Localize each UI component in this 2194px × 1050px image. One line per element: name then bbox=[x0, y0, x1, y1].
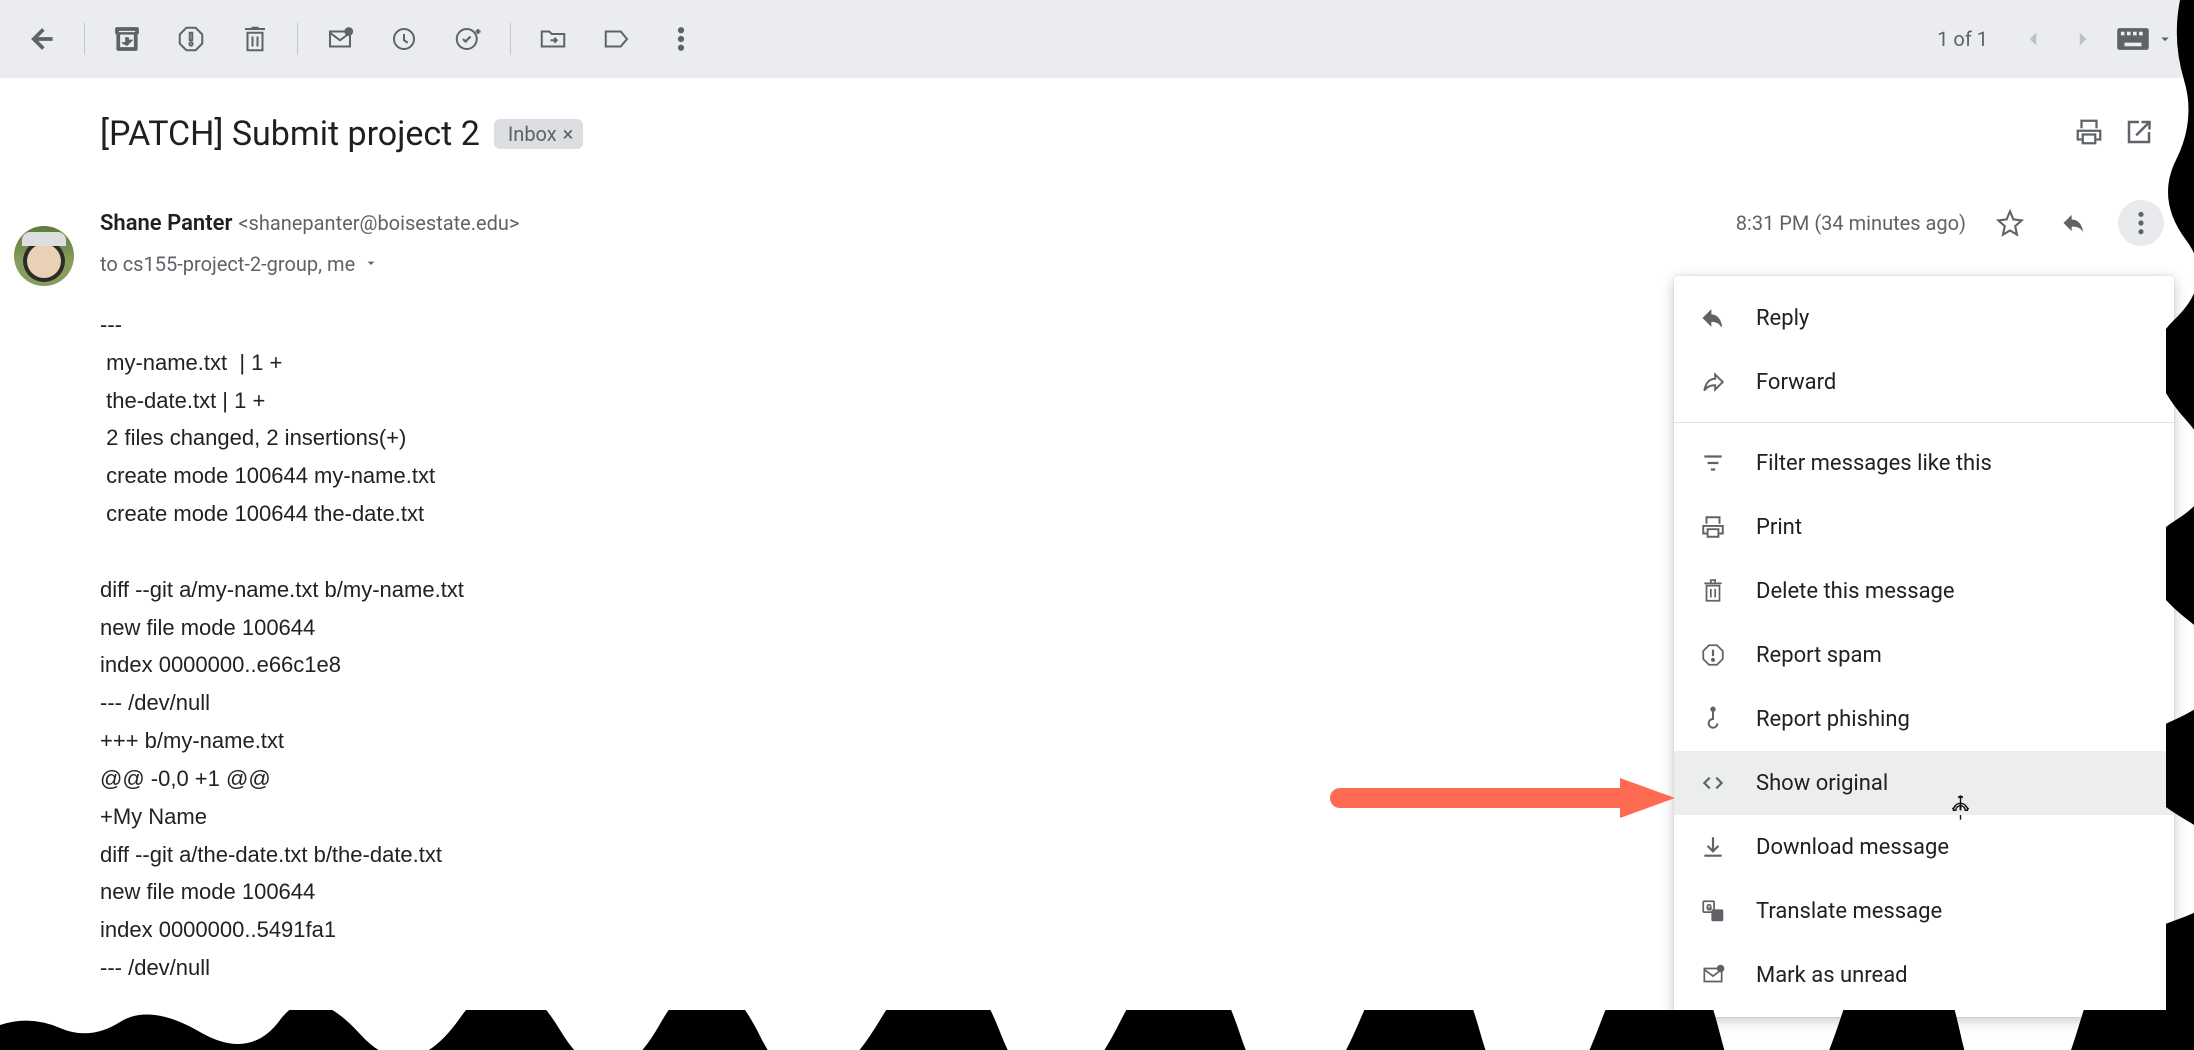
translate-icon: G文 bbox=[1698, 898, 1728, 924]
menu-print[interactable]: Print bbox=[1674, 495, 2174, 559]
menu-label: Print bbox=[1756, 515, 1802, 540]
torn-edge-bottom bbox=[0, 1010, 2194, 1050]
annotation-arrow bbox=[1330, 768, 1690, 828]
menu-label: Report spam bbox=[1756, 643, 1882, 668]
menu-report-phishing[interactable]: Report phishing bbox=[1674, 687, 2174, 751]
menu-label: Filter messages like this bbox=[1756, 451, 1992, 476]
menu-label: Delete this message bbox=[1756, 579, 1955, 604]
menu-mark-unread[interactable]: Mark as unread bbox=[1674, 943, 2174, 1007]
show-details-icon[interactable] bbox=[363, 252, 379, 276]
subject-row: [PATCH] Submit project 2 Inbox × bbox=[0, 78, 2194, 154]
mouse-cursor bbox=[1950, 794, 1978, 826]
report-spam-icon[interactable] bbox=[159, 7, 223, 71]
menu-label: Mark as unread bbox=[1756, 963, 1908, 988]
remove-label-icon[interactable]: × bbox=[563, 122, 574, 146]
sender-name: Shane Panter bbox=[100, 211, 232, 236]
menu-forward[interactable]: Forward bbox=[1674, 350, 2174, 414]
menu-separator bbox=[1674, 422, 2174, 423]
menu-label: Show original bbox=[1756, 771, 1888, 796]
sender-email: <shanepanter@boisestate.edu> bbox=[238, 211, 519, 235]
print-icon bbox=[1698, 514, 1728, 540]
menu-download[interactable]: Download message bbox=[1674, 815, 2174, 879]
more-icon[interactable] bbox=[649, 7, 713, 71]
separator bbox=[297, 23, 298, 55]
delete-icon bbox=[1698, 578, 1728, 604]
separator bbox=[84, 23, 85, 55]
toolbar: 1 of 1 bbox=[0, 0, 2194, 78]
prev-message-icon[interactable] bbox=[2008, 14, 2058, 64]
subject-actions bbox=[2074, 117, 2154, 151]
filter-icon bbox=[1698, 450, 1728, 476]
add-task-icon[interactable] bbox=[436, 7, 500, 71]
download-icon bbox=[1698, 834, 1728, 860]
message-counter: 1 of 1 bbox=[1937, 27, 1988, 51]
svg-text:G: G bbox=[1707, 903, 1712, 912]
menu-translate[interactable]: G文 Translate message bbox=[1674, 879, 2174, 943]
labels-icon[interactable] bbox=[585, 7, 649, 71]
mark-unread-icon[interactable] bbox=[308, 7, 372, 71]
delete-icon[interactable] bbox=[223, 7, 287, 71]
next-message-icon[interactable] bbox=[2058, 14, 2108, 64]
back-icon[interactable] bbox=[10, 7, 74, 71]
menu-delete[interactable]: Delete this message bbox=[1674, 559, 2174, 623]
archive-icon[interactable] bbox=[95, 7, 159, 71]
sender-block: Shane Panter <shanepanter@boisestate.edu… bbox=[0, 154, 2194, 276]
menu-label: Translate message bbox=[1756, 899, 1942, 924]
reply-icon bbox=[1698, 305, 1728, 331]
toolbar-left bbox=[10, 7, 713, 71]
menu-label: Download message bbox=[1756, 835, 1949, 860]
open-in-new-icon[interactable] bbox=[2124, 117, 2154, 151]
menu-reply[interactable]: Reply bbox=[1674, 286, 2174, 350]
menu-show-original[interactable]: Show original bbox=[1674, 751, 2174, 815]
email-subject: [PATCH] Submit project 2 bbox=[100, 114, 480, 154]
star-icon[interactable] bbox=[1990, 203, 2030, 243]
menu-label: Reply bbox=[1756, 306, 1809, 331]
separator bbox=[510, 23, 511, 55]
label-text: Inbox bbox=[508, 122, 557, 146]
recipients-line[interactable]: to cs155-project-2-group, me bbox=[100, 252, 2164, 276]
menu-report-spam[interactable]: Report spam bbox=[1674, 623, 2174, 687]
recipients-text: to cs155-project-2-group, me bbox=[100, 252, 355, 276]
code-icon bbox=[1698, 770, 1728, 796]
message-options-menu: Reply Forward Filter messages like this … bbox=[1674, 276, 2174, 1017]
sender-avatar[interactable] bbox=[14, 226, 74, 286]
print-icon[interactable] bbox=[2074, 117, 2104, 151]
message-timestamp: 8:31 PM (34 minutes ago) bbox=[1736, 211, 1966, 235]
torn-edge-right bbox=[2166, 0, 2194, 1050]
unread-icon bbox=[1698, 962, 1728, 988]
inbox-label-chip[interactable]: Inbox × bbox=[494, 119, 584, 149]
snooze-icon[interactable] bbox=[372, 7, 436, 71]
spam-icon bbox=[1698, 642, 1728, 668]
phishing-icon bbox=[1698, 706, 1728, 732]
menu-filter[interactable]: Filter messages like this bbox=[1674, 431, 2174, 495]
move-to-icon[interactable] bbox=[521, 7, 585, 71]
menu-label: Report phishing bbox=[1756, 707, 1910, 732]
message-more-button[interactable] bbox=[2118, 200, 2164, 246]
forward-icon bbox=[1698, 369, 1728, 395]
svg-text:文: 文 bbox=[1715, 911, 1723, 921]
menu-label: Forward bbox=[1756, 370, 1836, 395]
reply-icon[interactable] bbox=[2054, 203, 2094, 243]
